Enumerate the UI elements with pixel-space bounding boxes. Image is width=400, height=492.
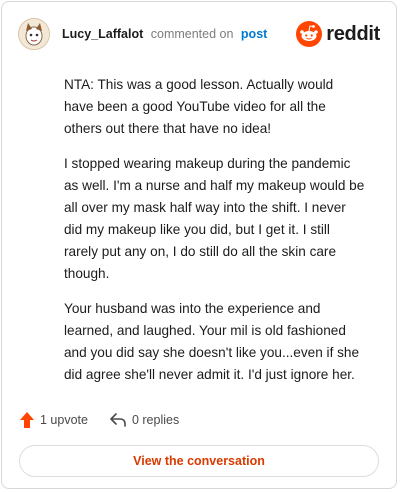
replies-count: 0 replies — [131, 413, 180, 427]
avatar-image — [19, 19, 49, 49]
comment-header: Lucy_Laffalot commented on post reddit — [18, 16, 380, 52]
comment-paragraph: NTA: This was a good lesson. Actually wo… — [64, 77, 334, 136]
reddit-wordmark: reddit — [326, 22, 380, 45]
embed-card: Lucy_Laffalot commented on post reddit N… — [1, 1, 397, 489]
comment-body: NTA: This was a good lesson. Actually wo… — [64, 74, 366, 399]
post-link[interactable]: post — [241, 27, 267, 41]
username-link[interactable]: Lucy_Laffalot — [62, 27, 143, 41]
byline: Lucy_Laffalot commented on post — [62, 27, 267, 41]
reddit-logo-icon — [296, 21, 323, 47]
replies-button[interactable]: 0 replies — [110, 413, 179, 427]
upvote-arrow-icon — [20, 412, 34, 428]
reply-arrow-icon — [110, 413, 126, 427]
view-conversation-button[interactable]: View the conversation — [19, 445, 379, 477]
upvote-button[interactable]: 1 upvote — [20, 412, 88, 428]
action-text: commented on — [150, 27, 234, 41]
comment-paragraph: Your husband was into the experience and… — [64, 301, 360, 382]
reddit-brand[interactable]: reddit — [296, 21, 380, 47]
comment-paragraph: I stopped wearing makeup during the pand… — [64, 156, 365, 281]
upvote-count: 1 upvote — [40, 413, 88, 427]
avatar[interactable] — [18, 18, 50, 50]
comment-footer: 1 upvote 0 replies — [20, 412, 201, 428]
